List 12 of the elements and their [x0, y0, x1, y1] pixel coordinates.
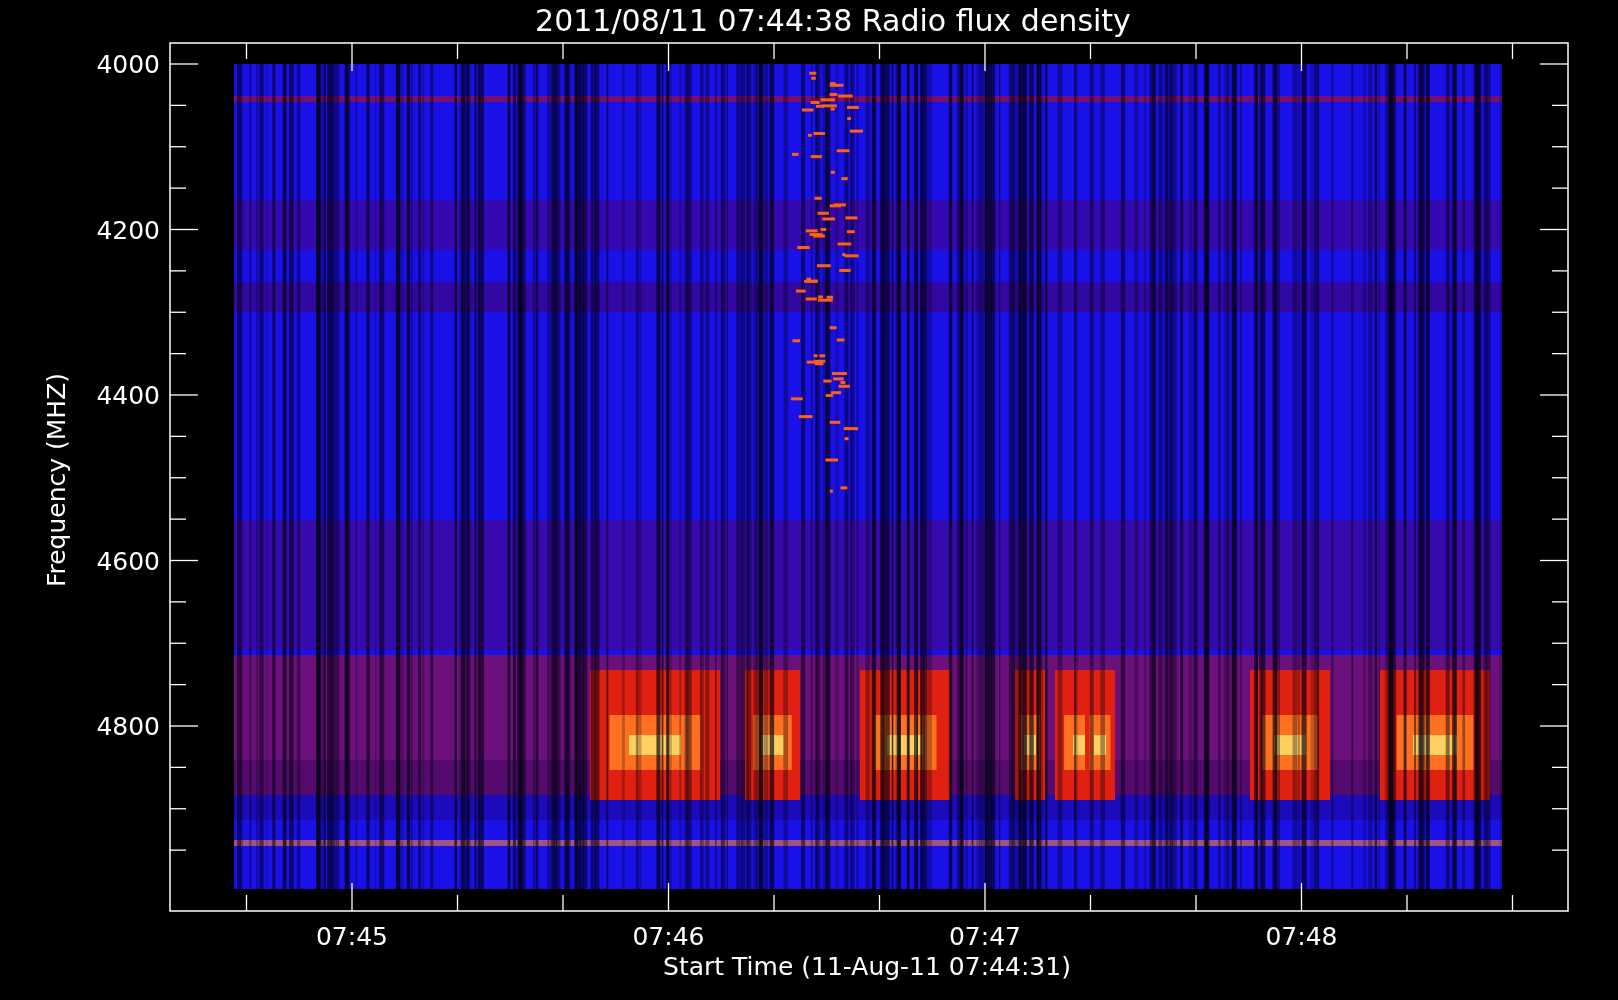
axis-tick-label: 4600 — [96, 546, 160, 576]
axis-tick-label: 07:45 — [316, 922, 388, 951]
plot-title: 2011/08/11 07:44:38 Radio flux density — [535, 3, 1131, 38]
axis-tick-label: 07:47 — [949, 922, 1021, 951]
axis-tick-label: 4200 — [96, 215, 160, 245]
axis-tick-label: 4800 — [96, 712, 160, 741]
axis-title: Frequency (MHZ) — [42, 372, 71, 588]
axis-tick-label: 4000 — [96, 50, 160, 79]
axis-tick-label: 07:48 — [1265, 922, 1338, 951]
axis-title: Start Time (11-Aug-11 07:44:31) — [663, 952, 1071, 981]
axis-tick-label: 07:46 — [632, 922, 705, 951]
axis-tick-label: 4400 — [96, 381, 160, 410]
